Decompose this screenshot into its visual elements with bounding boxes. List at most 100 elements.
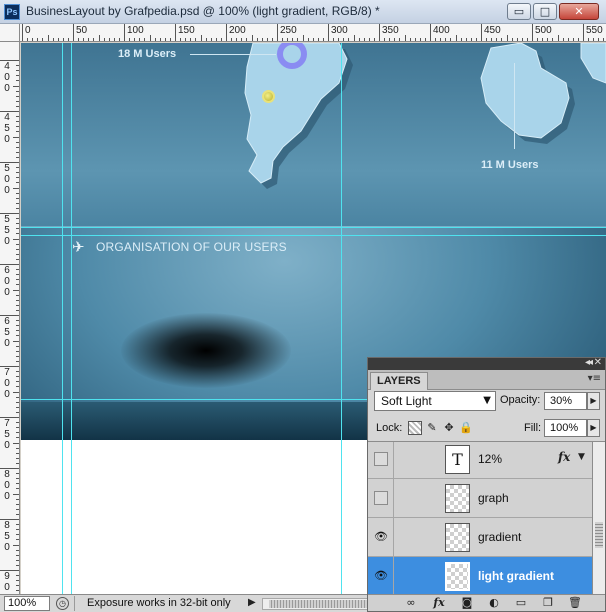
status-menu-arrow-icon[interactable]: ▶ — [248, 597, 256, 608]
collapse-icon[interactable]: ◂◂ — [585, 357, 593, 368]
horizontal-ruler[interactable]: 0 50 100 150 200 250 300 350 400 450 500 550 — [20, 24, 606, 42]
zoom-level-field[interactable]: 100% — [4, 596, 50, 611]
ruler-minor-tick — [13, 85, 19, 87]
lock-image-pixels-icon[interactable]: ✎ — [425, 421, 439, 435]
lock-position-icon[interactable]: ✥ — [442, 421, 456, 435]
ruler-minor-tick — [292, 38, 294, 41]
ruler-label: 750 — [4, 418, 10, 451]
ruler-minor-tick — [159, 38, 161, 41]
ruler-minor-tick — [363, 38, 365, 41]
timing-icon[interactable]: ◷ — [56, 597, 69, 610]
visibility-toggle[interactable]: 👁 — [368, 518, 394, 556]
close-button[interactable]: ✕ — [559, 3, 599, 20]
ruler-minor-tick — [271, 38, 273, 41]
ruler-minor-tick — [251, 35, 253, 41]
ruler-minor-tick — [16, 559, 19, 561]
ruler-minor-tick — [13, 136, 19, 138]
ruler-minor-tick — [16, 65, 19, 67]
ruler-minor-tick — [297, 38, 299, 41]
opacity-input[interactable]: 30% — [544, 392, 587, 410]
ruler-minor-tick — [16, 131, 19, 133]
ruler-minor-tick — [338, 38, 340, 41]
fx-icon[interactable]: fx — [558, 450, 570, 464]
ruler-minor-tick — [567, 38, 569, 41]
add-mask-icon[interactable]: ◙ — [460, 596, 474, 610]
ruler-minor-tick — [16, 274, 19, 276]
ruler-minor-tick — [577, 38, 579, 41]
ruler-minor-tick — [149, 35, 151, 41]
scrollbar-thumb[interactable] — [269, 600, 369, 608]
adjustment-layer-icon[interactable]: ◐ — [487, 596, 501, 610]
shadow-blob — [121, 313, 291, 388]
ruler-minor-tick — [16, 406, 19, 408]
guide-vertical[interactable] — [62, 43, 63, 594]
ruler-minor-tick — [62, 38, 64, 41]
maximize-button[interactable]: □ — [533, 3, 557, 20]
ruler-minor-tick — [16, 320, 19, 322]
eye-hidden-icon — [374, 452, 388, 466]
ruler-minor-tick — [195, 38, 197, 41]
panel-close-icon[interactable]: ✕ — [594, 357, 602, 368]
blend-mode-select[interactable]: Soft Light ▼ — [374, 391, 496, 411]
visibility-toggle[interactable] — [368, 479, 394, 517]
ruler-minor-tick — [16, 269, 19, 271]
add-layer-style-icon[interactable]: fx — [432, 596, 446, 610]
opacity-stepper-icon[interactable]: ▶ — [587, 392, 600, 410]
chevron-down-icon[interactable]: ▼ — [578, 452, 585, 462]
lock-transparent-icon[interactable] — [408, 421, 422, 435]
ruler-minor-tick — [16, 396, 19, 398]
ruler-minor-tick — [322, 38, 324, 41]
callout-line-18m — [190, 54, 276, 55]
trash-icon[interactable]: 🗑 — [568, 596, 582, 610]
ruler-label: 550 — [586, 25, 603, 36]
ruler-minor-tick — [16, 253, 19, 255]
ruler-minor-tick — [16, 473, 19, 475]
guide-horizontal[interactable] — [21, 235, 606, 236]
ruler-origin[interactable] — [0, 24, 20, 42]
ruler-minor-tick — [16, 223, 19, 225]
ruler-label: 100 — [127, 25, 144, 36]
ruler-minor-tick — [47, 35, 49, 41]
visibility-toggle[interactable] — [368, 442, 394, 478]
layer-row[interactable]: graph — [368, 479, 592, 518]
layer-row[interactable]: 👁 gradient — [368, 518, 592, 557]
map-pin-icon — [262, 90, 275, 103]
ruler-major-tick — [226, 24, 227, 41]
ruler-minor-tick — [368, 38, 370, 41]
vertical-ruler[interactable]: 400 450 500 550 600 650 700 750 800 850 900 — [0, 42, 20, 594]
ruler-minor-tick — [16, 590, 19, 592]
layer-row[interactable]: T 12% fx ▼ — [368, 442, 592, 479]
ruler-minor-tick — [88, 38, 90, 41]
guide-vertical[interactable] — [71, 43, 72, 594]
ruler-minor-tick — [16, 580, 19, 582]
ruler-minor-tick — [231, 38, 233, 41]
new-layer-icon[interactable]: ❐ — [541, 596, 555, 610]
layer-thumbnail — [445, 484, 470, 513]
layer-row-selected[interactable]: 👁 light gradient — [368, 557, 592, 594]
ruler-label: 500 — [535, 25, 552, 36]
ruler-major-tick — [22, 24, 23, 41]
lock-all-icon[interactable]: 🔒 — [459, 421, 473, 435]
scrollbar-thumb[interactable] — [595, 522, 603, 548]
panel-menu-icon[interactable]: ▾≡ — [588, 373, 601, 384]
link-layers-icon[interactable]: ∞ — [404, 596, 418, 610]
fill-input[interactable]: 100% — [544, 419, 587, 437]
ruler-minor-tick — [16, 508, 19, 510]
ruler-minor-tick — [572, 38, 574, 41]
guide-horizontal[interactable] — [21, 227, 606, 228]
layer-list-scrollbar[interactable] — [592, 441, 605, 594]
ruler-minor-tick — [389, 38, 391, 41]
layer-list: T 12% fx ▼ graph 👁 gradient 👁 light grad… — [368, 441, 592, 594]
ruler-minor-tick — [16, 75, 19, 77]
ruler-minor-tick — [57, 38, 59, 41]
tab-layers[interactable]: LAYERS — [370, 372, 428, 390]
ruler-minor-tick — [16, 345, 19, 347]
new-group-icon[interactable]: ▭ — [514, 596, 528, 610]
guide-vertical[interactable] — [341, 43, 342, 594]
visibility-toggle[interactable]: 👁 — [368, 557, 394, 594]
fill-stepper-icon[interactable]: ▶ — [587, 419, 600, 437]
ruler-minor-tick — [16, 529, 19, 531]
ruler-minor-tick — [384, 38, 386, 41]
minimize-button[interactable]: ▭ — [507, 3, 531, 20]
ruler-minor-tick — [93, 38, 95, 41]
